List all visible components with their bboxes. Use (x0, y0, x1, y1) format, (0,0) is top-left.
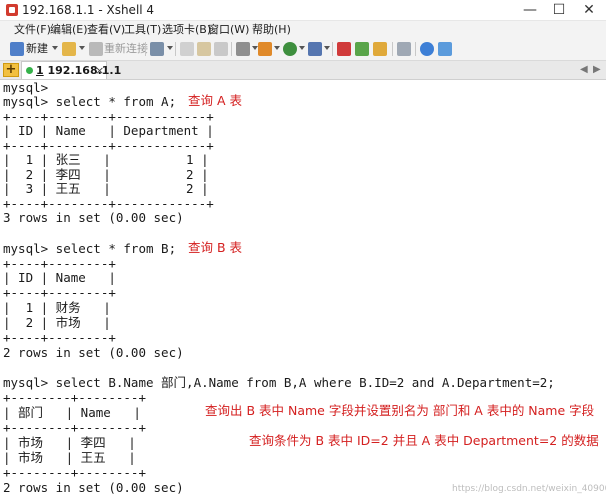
menu-window[interactable]: 窗口(W) (208, 23, 249, 36)
terminal-line: | 2 | 市场 | (3, 315, 111, 330)
toolbar-divider (392, 42, 393, 56)
toolbar-divider (231, 42, 232, 56)
terminal-line: | 3 | 王五 | 2 | (3, 181, 209, 196)
chevron-down-icon[interactable] (299, 46, 305, 50)
menu-bar: 文件(F) 编辑(E) 查看(V) 工具(T) 选项卡(B) 窗口(W) 帮助(… (0, 21, 606, 38)
terminal-line: | 1 | 财务 | (3, 300, 111, 315)
terminal-line: +----+--------+------------+ (3, 196, 214, 211)
chevron-down-icon[interactable] (324, 46, 330, 50)
terminal-line: +----+--------+ (3, 256, 116, 271)
toolbar: 新建 重新连接 (0, 38, 606, 61)
terminal-line: +--------+--------+ (3, 465, 146, 480)
toolbar-divider (145, 42, 146, 56)
reconnect-button[interactable]: 重新连接 (104, 43, 148, 55)
terminal-area[interactable]: mysql> mysql> select * from A; +----+---… (0, 80, 606, 500)
properties-icon[interactable] (150, 42, 164, 56)
terminal-line: mysql> select B.Name 部门,A.Name from B,A … (3, 375, 555, 390)
menu-file[interactable]: 文件(F) (14, 23, 51, 36)
font-icon[interactable] (308, 42, 322, 56)
terminal-line: | ID | Name | Department | (3, 123, 214, 138)
terminal-line: mysql> select * from B; (3, 241, 176, 256)
copy-icon[interactable] (180, 42, 194, 56)
chat-icon[interactable] (438, 42, 452, 56)
menu-help[interactable]: 帮助(H) (252, 23, 291, 36)
terminal-line: | 2 | 李四 | 2 | (3, 167, 209, 182)
annotation-query-a: 查询 A 表 (188, 93, 242, 108)
terminal-line: | 部门 | Name | (3, 405, 141, 420)
annotation-condition-note: 查询条件为 B 表中 ID=2 并且 A 表中 Department=2 的数据 (249, 433, 599, 448)
close-tab-icon[interactable]: × (95, 64, 104, 77)
paste-icon[interactable] (197, 42, 211, 56)
tab-bar: + 1 192.168.1.1 × ◀ ▶ (0, 61, 606, 80)
terminal-line: +----+--------+------------+ (3, 109, 214, 124)
keyboard-icon[interactable] (397, 42, 411, 56)
terminal-line: +----+--------+ (3, 285, 116, 300)
open-folder-icon[interactable] (62, 42, 76, 56)
annotation-query-b: 查询 B 表 (188, 240, 242, 255)
terminal-line: 2 rows in set (0.00 sec) (3, 480, 184, 495)
find-icon[interactable] (214, 42, 228, 56)
terminal-line: mysql> select * from A; (3, 94, 176, 109)
globe-icon[interactable] (283, 42, 297, 56)
toolbar-divider (415, 42, 416, 56)
chevron-left-icon[interactable]: ◀ (580, 64, 588, 76)
minimize-button[interactable]: — (515, 1, 545, 19)
terminal-line: | 1 | 张三 | 1 | (3, 152, 209, 167)
maximize-button[interactable]: ☐ (544, 1, 574, 19)
connected-status-icon (26, 67, 33, 74)
terminal-line: | 市场 | 王五 | (3, 450, 136, 465)
reconnect-icon (89, 42, 103, 56)
terminal-line: +----+--------+------------+ (3, 138, 214, 153)
terminal-line: 2 rows in set (0.00 sec) (3, 345, 184, 360)
terminal-line: 3 rows in set (0.00 sec) (3, 210, 184, 225)
tab-label: 1 192.168.1.1 (36, 64, 121, 77)
menu-edit[interactable]: 编辑(E) (50, 23, 88, 36)
xshell-app-icon (6, 4, 18, 16)
annotation-alias-note: 查询出 B 表中 Name 字段并设置别名为 部门和 A 表中的 Name 字段 (205, 403, 594, 418)
terminal-line: +--------+--------+ (3, 420, 146, 435)
menu-view[interactable]: 查看(V) (87, 23, 125, 36)
toolbar-divider (332, 42, 333, 56)
title-bar: 192.168.1.1 - Xshell 4 — ☐ ✕ (0, 0, 606, 21)
terminal-line: +--------+--------+ (3, 390, 146, 405)
xftp-icon[interactable] (337, 42, 351, 56)
window-title: 192.168.1.1 - Xshell 4 (22, 3, 154, 17)
terminal-line: +----+--------+ (3, 330, 116, 345)
terminal-line: | ID | Name | (3, 270, 116, 285)
help-icon[interactable] (420, 42, 434, 56)
chevron-down-icon[interactable] (52, 46, 58, 50)
chevron-down-icon[interactable] (167, 46, 173, 50)
new-session-button[interactable]: 新建 (26, 43, 48, 55)
toolbar-divider (175, 42, 176, 56)
chevron-down-icon[interactable] (274, 46, 280, 50)
print-icon[interactable] (236, 42, 250, 56)
transfer-icon[interactable] (258, 42, 272, 56)
lock-icon[interactable] (373, 42, 387, 56)
new-session-icon (10, 42, 24, 56)
watermark: https://blog.csdn.net/weixin_40900766 (452, 484, 606, 494)
close-button[interactable]: ✕ (574, 1, 604, 19)
terminal-line: mysql> (3, 80, 48, 95)
terminal-line: | 市场 | 李四 | (3, 435, 136, 450)
menu-tabs[interactable]: 选项卡(B) (162, 23, 211, 36)
chevron-right-icon[interactable]: ▶ (593, 64, 601, 76)
tab-session[interactable]: 1 192.168.1.1 × (21, 61, 107, 79)
chevron-down-icon[interactable] (79, 46, 85, 50)
add-tab-button[interactable]: + (3, 63, 19, 77)
script-icon[interactable] (355, 42, 369, 56)
menu-tools[interactable]: 工具(T) (124, 23, 161, 36)
